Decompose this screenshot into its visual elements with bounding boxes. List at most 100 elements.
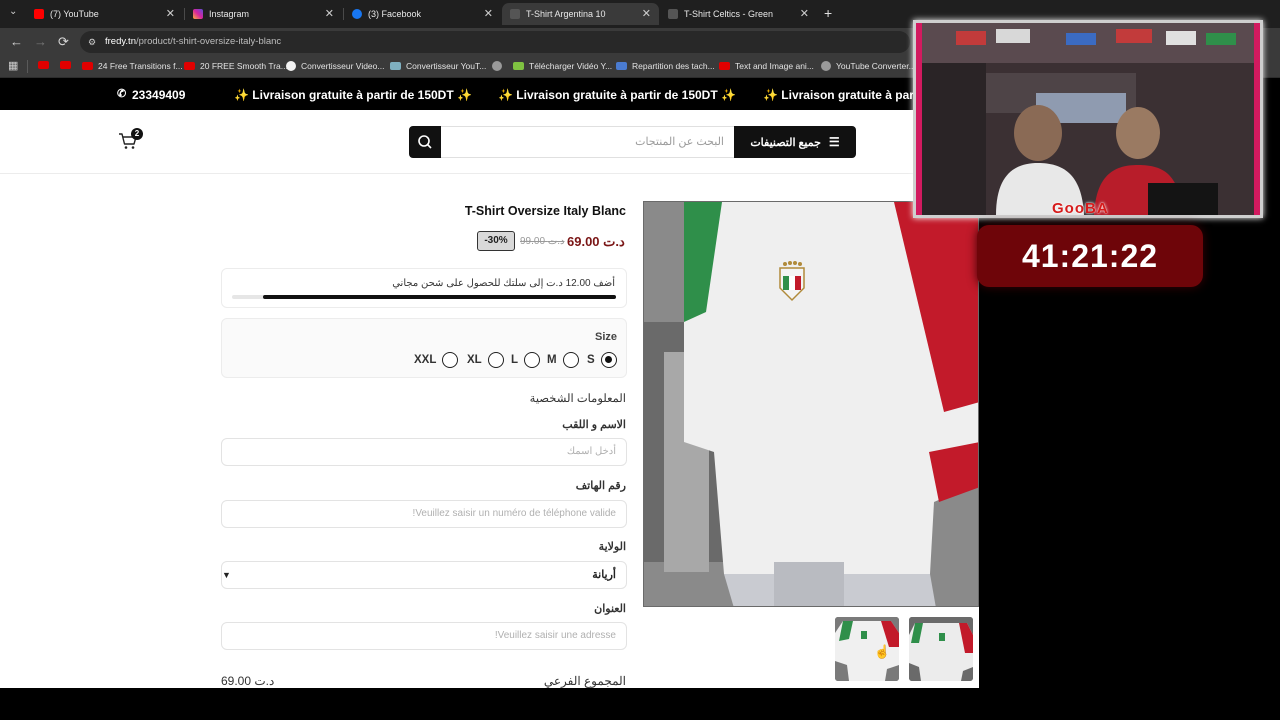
size-option-label: L bbox=[511, 354, 519, 366]
subtotal-value: 69.00 د.ت bbox=[221, 674, 275, 688]
promo-message: ✨ Livraison gratuite à partir d bbox=[763, 88, 937, 102]
product-thumbnail[interactable] bbox=[909, 617, 973, 681]
close-icon[interactable]: ✕ bbox=[800, 7, 809, 20]
bookmark-item[interactable] bbox=[492, 61, 507, 71]
globe-icon bbox=[821, 61, 831, 71]
tab-list-menu-icon[interactable]: ⌄ bbox=[9, 6, 17, 17]
size-radio[interactable] bbox=[524, 352, 541, 368]
bookmark-item[interactable]: Repartition des tach... bbox=[616, 61, 715, 71]
url-host: fredy.tn bbox=[105, 36, 136, 47]
bookmark-item[interactable]: Convertisseur Video... bbox=[286, 61, 384, 71]
product-title: T-Shirt Oversize Italy Blanc bbox=[464, 204, 626, 218]
back-arrow-icon[interactable]: ← bbox=[10, 34, 23, 49]
product-main-image[interactable] bbox=[643, 201, 979, 607]
size-option-s[interactable]: S bbox=[587, 352, 617, 368]
bookmark-label: Convertisseur YouT... bbox=[406, 61, 487, 71]
search-input[interactable]: البحث عن المنتجات bbox=[441, 126, 734, 158]
promo-message: ✨ Livraison gratuite à partir de 150DT ✨ bbox=[234, 88, 472, 102]
product-price: 69.00 د.ت bbox=[567, 234, 625, 249]
address-field[interactable]: Veuillez saisir une adresse! bbox=[221, 622, 627, 650]
bookmark-item[interactable] bbox=[60, 61, 76, 69]
youtube-icon bbox=[60, 61, 71, 69]
new-tab-button[interactable]: + bbox=[824, 5, 832, 21]
menu-icon: ☰ bbox=[828, 135, 840, 149]
size-option-xl[interactable]: XL bbox=[467, 352, 504, 368]
tab-facebook[interactable]: (3) Facebook ✕ bbox=[344, 3, 501, 25]
bookmark-item[interactable]: 24 Free Transitions f... bbox=[82, 61, 183, 71]
url-field[interactable]: ⚙ fredy.tn/product/t-shirt-oversize-ital… bbox=[80, 31, 910, 53]
tab-youtube[interactable]: (7) YouTube ✕ bbox=[26, 3, 183, 25]
tab-title: T-Shirt Celtics - Green bbox=[684, 9, 774, 19]
chevron-down-icon: ▼ bbox=[222, 570, 231, 580]
wilaya-select[interactable]: أريانة bbox=[221, 561, 627, 589]
phone-field[interactable]: Veuillez saisir un numéro de téléphone v… bbox=[221, 500, 627, 528]
promo-phone[interactable]: 23349409 bbox=[132, 88, 185, 102]
tab-instagram[interactable]: Instagram ✕ bbox=[185, 3, 342, 25]
size-radio[interactable] bbox=[562, 352, 579, 368]
tab-title: (3) Facebook bbox=[368, 9, 422, 19]
tab-title: T-Shirt Argentina 10 bbox=[526, 9, 606, 19]
name-field[interactable]: أدخل اسمك bbox=[221, 438, 627, 466]
youtube-icon bbox=[38, 61, 49, 69]
docs-icon bbox=[616, 62, 627, 70]
download-icon bbox=[513, 62, 524, 70]
size-option-label: M bbox=[547, 354, 557, 366]
cart-count-badge: 2 bbox=[131, 128, 143, 140]
size-radio[interactable] bbox=[600, 352, 617, 368]
tab-argentina[interactable]: T-Shirt Argentina 10 ✕ bbox=[502, 3, 659, 25]
categories-button[interactable]: جميع التصنيفات ☰ bbox=[734, 126, 856, 158]
countdown-timer: 41:21:22 bbox=[977, 225, 1203, 287]
store-page: ✆ 23349409 ✨ Livraison gratuite à partir… bbox=[0, 78, 979, 688]
youtube-icon bbox=[82, 62, 93, 70]
url-path: /product/t-shirt-oversize-italy-blanc bbox=[135, 36, 282, 47]
size-radio[interactable] bbox=[442, 352, 459, 368]
shipping-progress-fill bbox=[262, 295, 616, 299]
bookmark-item[interactable] bbox=[38, 61, 54, 69]
tshirt-photo bbox=[644, 202, 978, 606]
timer-value: 41:21:22 bbox=[1021, 238, 1159, 274]
close-icon[interactable]: ✕ bbox=[325, 7, 334, 20]
tab-title: (7) YouTube bbox=[50, 9, 99, 19]
size-option-label: XXL bbox=[414, 354, 437, 366]
bookmark-item[interactable]: Télécharger Vidéo Y... bbox=[513, 61, 612, 71]
subtotal-label: المجموع الفرعي bbox=[543, 674, 626, 688]
youtube-icon bbox=[184, 62, 195, 70]
streamer-name: GooBA bbox=[1052, 200, 1109, 217]
apps-grid-icon[interactable]: ▦ bbox=[8, 59, 18, 72]
close-icon[interactable]: ✕ bbox=[484, 7, 493, 20]
size-option-l[interactable]: L bbox=[511, 352, 541, 368]
phone-label: رقم الهاتف bbox=[575, 480, 626, 492]
bookmark-item[interactable]: Text and Image ani... bbox=[719, 61, 814, 71]
globe-icon bbox=[492, 61, 502, 71]
youtube-icon bbox=[34, 9, 44, 19]
bookmark-item[interactable]: YouTube Converter... bbox=[821, 61, 916, 71]
personal-info-title: المعلومات الشخصية bbox=[529, 393, 626, 405]
search-icon bbox=[418, 135, 432, 149]
size-selector: Size XXL XL L M S bbox=[221, 318, 627, 378]
categories-label: جميع التصنيفات bbox=[750, 136, 821, 149]
forward-arrow-icon[interactable]: → bbox=[34, 34, 47, 49]
thumbnail-photo bbox=[909, 617, 973, 681]
size-option-label: S bbox=[587, 354, 595, 366]
close-icon[interactable]: ✕ bbox=[166, 7, 175, 20]
search-button[interactable] bbox=[409, 126, 441, 158]
address-label: العنوان bbox=[594, 603, 626, 615]
old-price: 99.00 د.ت bbox=[520, 236, 565, 247]
close-icon[interactable]: ✕ bbox=[642, 7, 651, 20]
facebook-icon bbox=[352, 9, 362, 19]
phone-icon: ✆ bbox=[117, 88, 127, 100]
google-icon bbox=[286, 61, 296, 71]
size-radio[interactable] bbox=[487, 352, 504, 368]
site-info-icon[interactable]: ⚙ bbox=[88, 31, 96, 53]
tab-celtics[interactable]: T-Shirt Celtics - Green ✕ bbox=[660, 3, 817, 25]
instagram-icon bbox=[193, 9, 203, 19]
bookmark-label: YouTube Converter... bbox=[836, 61, 916, 71]
bookmark-item[interactable]: Convertisseur YouT... bbox=[390, 61, 486, 71]
reload-icon[interactable]: ⟳ bbox=[58, 34, 69, 50]
size-option-xxl[interactable]: XXL bbox=[414, 352, 459, 368]
site-icon bbox=[510, 9, 520, 19]
webcam-overlay bbox=[913, 20, 1263, 218]
bookmark-item[interactable]: 20 FREE Smooth Tra... bbox=[184, 61, 288, 71]
size-option-m[interactable]: M bbox=[547, 352, 579, 368]
shipping-message: أضف 12.00 د.ت إلى سلتك للحصول على شحن مج… bbox=[392, 278, 615, 289]
